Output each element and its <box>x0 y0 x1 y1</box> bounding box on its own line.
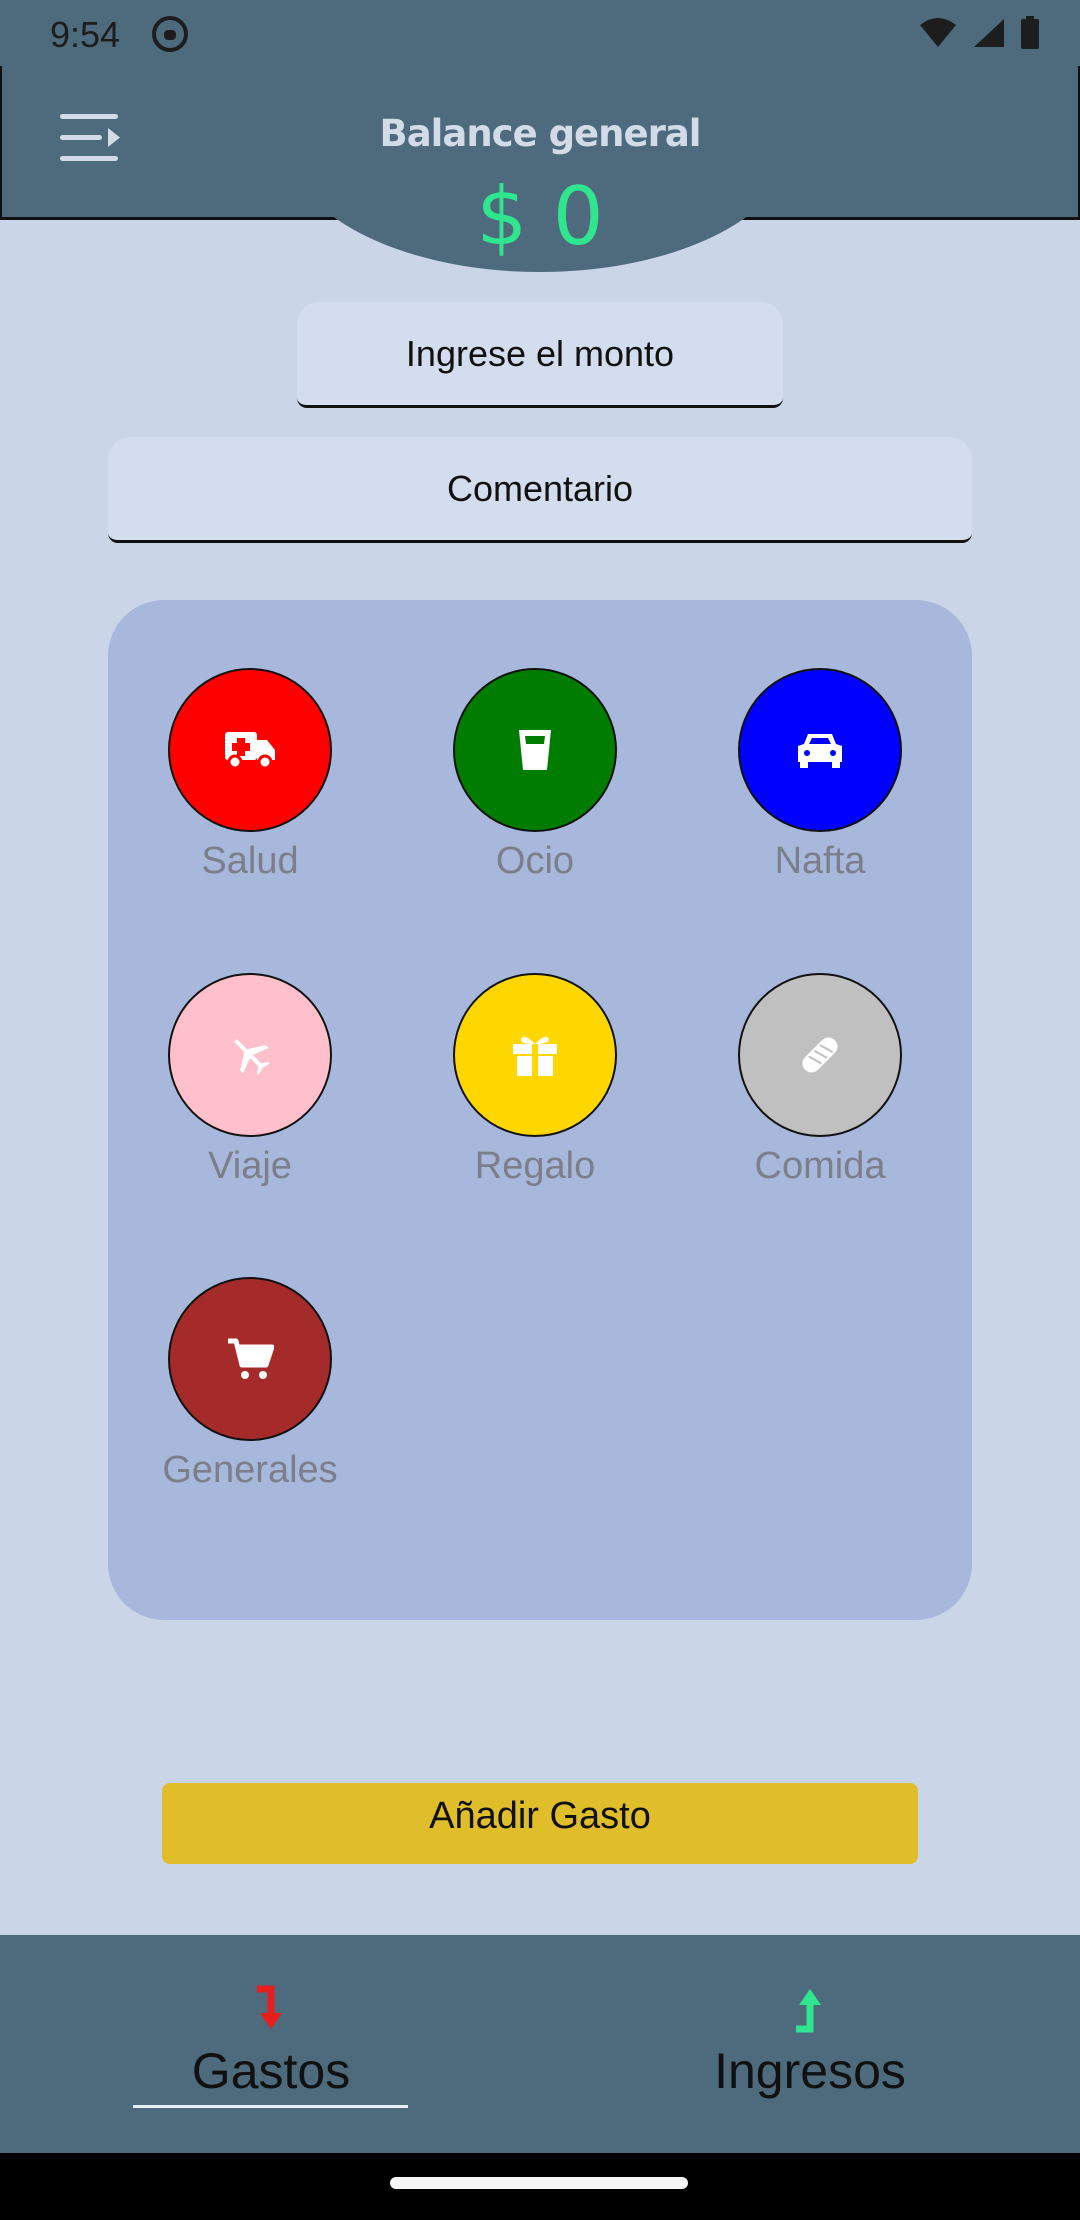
category-circle <box>168 1277 332 1441</box>
glass-icon <box>519 730 551 770</box>
balance-title: Balance general <box>379 112 702 155</box>
category-label: Generales <box>162 1449 338 1491</box>
arrow-down-icon <box>257 1985 282 2029</box>
tab-ingresos[interactable]: Ingresos <box>660 1985 960 2100</box>
ambulance-icon <box>225 732 275 770</box>
category-circle <box>168 668 332 832</box>
comment-input[interactable] <box>108 437 972 543</box>
balance-amount: $ 0 <box>476 170 604 263</box>
signal-icon <box>974 19 1004 47</box>
category-label: Viaje <box>208 1145 292 1187</box>
category-generales[interactable]: Generales <box>150 1277 350 1492</box>
add-expense-button[interactable]: Añadir Gasto <box>162 1783 918 1864</box>
category-label: Comida <box>754 1145 886 1187</box>
system-nav-bar <box>0 2153 1080 2220</box>
category-circle <box>738 668 902 832</box>
category-viaje[interactable]: Viaje <box>150 973 350 1188</box>
category-salud[interactable]: Salud <box>150 668 350 883</box>
tab-gastos-label: Gastos <box>191 2043 351 2099</box>
notification-icon <box>152 16 188 52</box>
category-circle <box>453 668 617 832</box>
app-screen: 9:54 Balance general $ 0 Ingrese el mont… <box>0 0 1080 2220</box>
tab-ingresos-label: Ingresos <box>714 2043 906 2099</box>
bread-icon <box>802 1037 838 1073</box>
category-ocio[interactable]: Ocio <box>435 668 635 883</box>
cart-icon <box>228 1338 274 1379</box>
battery-icon <box>1021 16 1039 49</box>
category-comida[interactable]: Comida <box>720 973 920 1188</box>
category-panel: Salud Ocio Nafta Viaje Regalo Comida Gen… <box>108 600 972 1620</box>
category-label: Salud <box>201 840 299 882</box>
airplane-icon <box>234 1039 270 1075</box>
menu-button[interactable] <box>58 110 124 166</box>
category-label: Regalo <box>474 1145 596 1187</box>
category-label: Ocio <box>495 840 575 882</box>
tab-gastos[interactable]: Gastos <box>121 1985 421 2100</box>
category-regalo[interactable]: Regalo <box>435 973 635 1188</box>
amount-input[interactable] <box>297 302 783 408</box>
category-circle <box>738 973 902 1137</box>
category-nafta[interactable]: Nafta <box>720 668 920 883</box>
category-label: Nafta <box>774 840 866 882</box>
menu-icon <box>60 114 120 161</box>
status-bar: 9:54 <box>0 0 1080 66</box>
gift-icon <box>513 1036 557 1076</box>
active-tab-indicator <box>133 2105 408 2108</box>
status-icons <box>918 16 1040 50</box>
category-circle <box>168 973 332 1137</box>
arrow-up-icon <box>796 1989 821 2033</box>
status-time: 9:54 <box>50 14 121 55</box>
category-circle <box>453 973 617 1137</box>
bottom-nav: Gastos Ingresos <box>0 1935 1080 2153</box>
home-gesture-bar[interactable] <box>390 2177 688 2189</box>
car-icon <box>798 734 842 768</box>
wifi-icon <box>920 18 956 47</box>
